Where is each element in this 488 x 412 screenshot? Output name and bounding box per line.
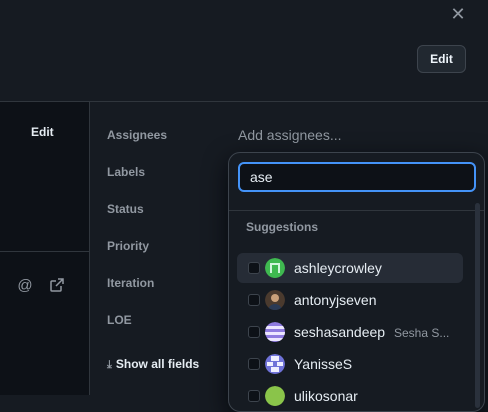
username: YanisseS bbox=[294, 356, 353, 372]
suggestions-heading: Suggestions bbox=[246, 220, 319, 234]
username: seshasandeep bbox=[294, 324, 386, 340]
fullname: Sesha S... bbox=[394, 326, 450, 340]
field-label-loe: LOE bbox=[107, 313, 132, 327]
avatar bbox=[265, 386, 285, 406]
list-item[interactable]: YanisseS bbox=[237, 349, 463, 379]
avatar bbox=[265, 322, 285, 342]
dropdown-divider bbox=[229, 210, 484, 211]
field-label-assignees: Assignees bbox=[107, 128, 168, 142]
avatar bbox=[265, 354, 285, 374]
close-icon[interactable]: ✕ bbox=[448, 4, 468, 24]
scrollbar[interactable] bbox=[475, 203, 480, 408]
checkbox[interactable] bbox=[248, 294, 260, 306]
show-all-fields-button[interactable]: ⤓ Show all fields bbox=[107, 357, 199, 372]
username: ulikosonar bbox=[294, 388, 358, 404]
list-item[interactable]: ashleycrowley bbox=[237, 253, 463, 283]
field-label-labels: Labels bbox=[107, 165, 146, 179]
left-pane-divider bbox=[0, 251, 90, 252]
add-assignees-button[interactable]: Add assignees... bbox=[238, 127, 342, 143]
fold-down-icon: ⤓ bbox=[107, 359, 112, 371]
list-item[interactable]: ulikosonar bbox=[237, 381, 463, 411]
mention-icon[interactable]: @ bbox=[16, 277, 34, 295]
avatar bbox=[265, 258, 285, 278]
username: antonyjseven bbox=[294, 292, 377, 308]
list-item[interactable]: seshasandeep Sesha S... bbox=[237, 317, 463, 347]
left-pane bbox=[0, 102, 90, 395]
field-label-status: Status bbox=[107, 202, 144, 216]
list-item[interactable]: antonyjseven bbox=[237, 285, 463, 315]
checkbox[interactable] bbox=[248, 326, 260, 338]
issue-header: ✕ Edit bbox=[0, 0, 488, 101]
show-all-fields-label: Show all fields bbox=[115, 357, 200, 371]
link-external-icon[interactable] bbox=[48, 277, 66, 295]
field-label-iteration: Iteration bbox=[107, 276, 155, 290]
field-label-priority: Priority bbox=[107, 239, 150, 253]
edit-button[interactable]: Edit bbox=[417, 45, 466, 73]
username: ashleycrowley bbox=[294, 260, 382, 276]
search-input[interactable] bbox=[238, 162, 476, 192]
checkbox[interactable] bbox=[248, 358, 260, 370]
avatar bbox=[265, 290, 285, 310]
checkbox[interactable] bbox=[248, 262, 260, 274]
assignees-dropdown: Suggestions ashleycrowley antonyjseven s… bbox=[228, 152, 485, 412]
edit-link[interactable]: Edit bbox=[31, 125, 54, 139]
checkbox[interactable] bbox=[248, 390, 260, 402]
